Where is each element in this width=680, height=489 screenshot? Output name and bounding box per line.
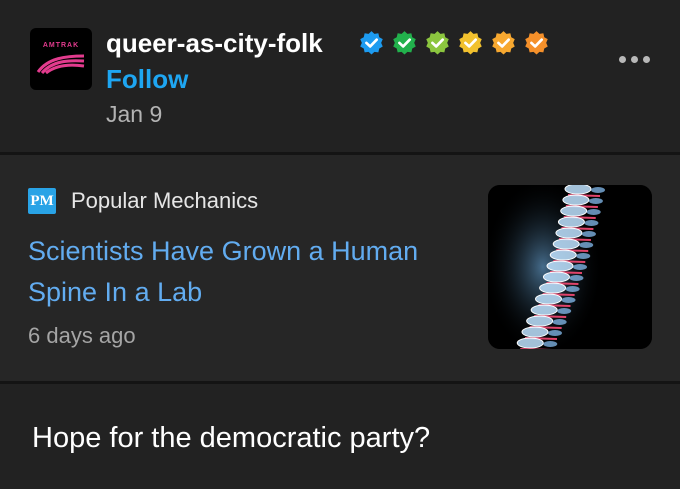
vertebral-process xyxy=(561,297,576,303)
verified-badge-icon xyxy=(426,31,449,55)
dot xyxy=(618,55,626,63)
vertebra xyxy=(539,282,567,294)
vertebral-process xyxy=(591,187,605,193)
verified-badge-icon xyxy=(459,31,482,55)
article-thumbnail[interactable] xyxy=(488,185,652,349)
vertebral-process xyxy=(552,319,567,325)
vertebra xyxy=(521,326,549,338)
vertebral-process xyxy=(581,231,596,237)
follow-button[interactable]: Follow xyxy=(106,64,188,95)
vertebral-process xyxy=(588,198,603,204)
verified-badge-icon xyxy=(393,31,416,55)
vertebra xyxy=(562,194,590,206)
vertebral-process xyxy=(584,220,599,226)
vertebra xyxy=(542,271,570,283)
vertebral-process xyxy=(557,308,572,314)
link-preview-card[interactable]: PM Popular Mechanics Scientists Have Gro… xyxy=(0,155,680,381)
dot xyxy=(642,55,650,63)
avatar-brand-text: AMTRAK xyxy=(42,42,80,49)
divider xyxy=(0,381,680,384)
vertebral-process xyxy=(586,209,601,215)
verified-badge-icon xyxy=(525,31,548,55)
vertebra xyxy=(555,227,583,239)
vertebral-process xyxy=(572,264,587,270)
vertebra xyxy=(557,216,585,228)
dot xyxy=(630,55,638,63)
vertebra xyxy=(535,293,563,305)
verified-badge-icon xyxy=(492,31,515,55)
badge-row xyxy=(358,30,550,57)
source-name: Popular Mechanics xyxy=(71,188,259,213)
avatar[interactable]: AMTRAK xyxy=(30,28,92,90)
post-body-text: Hope for the democratic party? xyxy=(32,422,431,454)
vertebra xyxy=(549,249,577,261)
post-header: AMTRAK queer-as-city-folk Follow Jan 9 xyxy=(0,0,680,152)
vertebra xyxy=(564,185,592,195)
spine-xray-image xyxy=(488,185,652,349)
vertebra xyxy=(530,304,558,316)
vertebral-process xyxy=(576,253,591,259)
vertebral-process xyxy=(579,242,594,248)
verified-badge-icon xyxy=(360,31,383,55)
article-age: 6 days ago xyxy=(28,323,136,348)
source-logo-icon: PM xyxy=(28,188,56,214)
amtrak-logo-icon xyxy=(36,54,85,74)
post-date: Jan 9 xyxy=(106,101,163,127)
vertebra xyxy=(526,315,554,327)
vertebra xyxy=(560,205,588,217)
vertebra xyxy=(546,260,574,272)
username[interactable]: queer-as-city-folk xyxy=(106,28,323,59)
more-options-icon[interactable] xyxy=(614,44,654,74)
vertebral-process xyxy=(569,275,584,281)
vertebral-process xyxy=(543,341,558,347)
vertebra xyxy=(552,238,580,250)
vertebral-process xyxy=(565,286,580,292)
article-headline[interactable]: Scientists Have Grown a Human Spine In a… xyxy=(28,231,448,313)
vertebral-process xyxy=(547,330,562,336)
vertebra xyxy=(516,337,544,349)
